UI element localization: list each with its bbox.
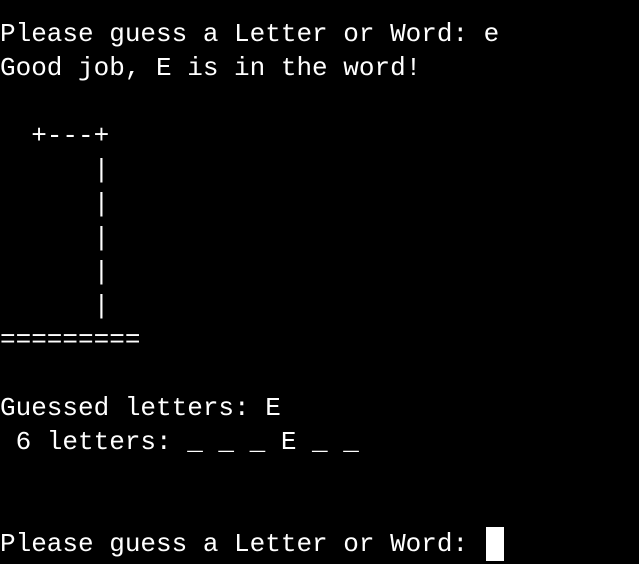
input-prompt-line[interactable]: Please guess a Letter or Word: [0,527,639,561]
gallows-row-1: | [0,155,110,185]
guessed-letters-line: Guessed letters: E [0,393,281,423]
word-progress-line: 6 letters: _ _ _ E _ _ [0,427,359,457]
text-cursor [485,527,504,561]
gallows-row-5: | [0,291,110,321]
gallows-row-2: | [0,189,110,219]
gallows-row-3: | [0,223,110,253]
feedback-line: Good job, E is in the word! [0,53,422,83]
prompt-echo-line: Please guess a Letter or Word: e [0,19,500,49]
gallows-top: +---+ [0,121,110,151]
terminal-window[interactable]: Please guess a Letter or Word: e Good jo… [0,0,639,564]
gallows-base: ========= [0,325,141,355]
input-prompt-text: Please guess a Letter or Word: [0,529,484,559]
gallows-row-4: | [0,257,110,287]
